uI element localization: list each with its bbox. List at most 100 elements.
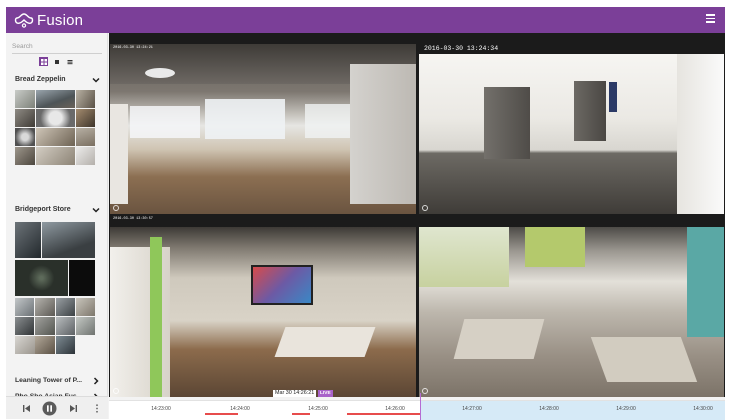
camera-thumbnail[interactable]: [15, 336, 35, 354]
window: [419, 227, 509, 287]
video-wall: [251, 265, 313, 305]
camera-view-3[interactable]: [110, 227, 416, 397]
window: [130, 106, 200, 138]
camera-thumbnail[interactable]: [35, 90, 75, 108]
group-thumbnails-bridgeport-store-row2: [15, 260, 95, 296]
camera-thumbnail[interactable]: [35, 147, 75, 165]
search-underline: [12, 53, 102, 54]
recording-segment: [292, 413, 310, 415]
search-input[interactable]: [12, 39, 102, 53]
grid-view-icon: [40, 58, 47, 65]
wall: [350, 64, 416, 204]
skip-back-icon[interactable]: [22, 404, 31, 413]
skip-forward-icon[interactable]: [69, 404, 78, 413]
fusion-app: Fusion Bread Zeppelin: [6, 7, 725, 420]
more-options-icon[interactable]: [95, 404, 99, 413]
wall: [110, 104, 128, 204]
app-logo[interactable]: Fusion: [14, 11, 83, 29]
camera-timestamp: 2016-03-30 13:24:34: [424, 45, 499, 52]
timeline-tick: 14:27:00: [462, 406, 482, 412]
recording-segment: [205, 413, 238, 415]
camera-view-2[interactable]: [419, 54, 724, 214]
camera-view-1[interactable]: [110, 44, 416, 214]
green-wall-stripe: [150, 237, 162, 397]
chevron-down-icon[interactable]: [92, 206, 100, 214]
timeline-tick: 14:30:00: [693, 406, 713, 412]
camera-thumbnail[interactable]: [68, 260, 95, 296]
camera-thumbnail[interactable]: [75, 147, 95, 165]
group-title-bread-zeppelin[interactable]: Bread Zeppelin: [15, 76, 66, 83]
camera-view-4[interactable]: [419, 227, 724, 397]
group-thumbnails-bridgeport-store-row4: [15, 336, 95, 354]
fisheye-icon: [113, 388, 119, 394]
camera-thumbnail[interactable]: [15, 128, 35, 146]
list-view-icon: [67, 59, 72, 64]
group-thumbnails-bridgeport-store: [15, 222, 95, 258]
chevron-down-icon[interactable]: [92, 76, 100, 84]
timeline-tick: 14:25:00: [308, 406, 328, 412]
fisheye-icon: [422, 388, 428, 394]
single-view-toggle[interactable]: [52, 57, 61, 66]
timeline-tick: 14:29:00: [616, 406, 636, 412]
group-title-leaning-tower[interactable]: Leaning Tower of P...: [15, 377, 82, 384]
camera-thumbnail[interactable]: [42, 222, 95, 258]
camera-thumbnail[interactable]: [35, 128, 75, 146]
camera-thumbnail[interactable]: [15, 317, 35, 335]
single-view-icon: [54, 59, 59, 64]
camera-timestamp: 2016-03-30 13:24:21: [113, 46, 153, 50]
list-view-toggle[interactable]: [65, 57, 74, 66]
timeline-tick: 14:28:00: [539, 406, 559, 412]
camera-thumbnail[interactable]: [55, 298, 75, 316]
camera-thumbnail[interactable]: [75, 317, 95, 335]
camera-thumbnail[interactable]: [75, 109, 95, 127]
elevator-door: [574, 81, 606, 141]
hamburger-menu-icon[interactable]: [706, 14, 715, 23]
wall: [677, 54, 724, 214]
conference-table: [274, 327, 376, 357]
recording-segment: [347, 413, 420, 415]
camera-thumbnail[interactable]: [35, 109, 75, 127]
camera-sidebar: Bread Zeppelin Bridgeport Store: [6, 33, 108, 401]
window: [305, 104, 350, 138]
timeline-tick: 14:23:00: [151, 406, 171, 412]
desk: [453, 319, 545, 359]
window: [205, 99, 285, 139]
person: [609, 82, 617, 112]
teal-wall: [687, 227, 724, 337]
camera-thumbnail[interactable]: [15, 90, 35, 108]
camera-thumbnail[interactable]: [35, 298, 55, 316]
elevator-door: [484, 87, 530, 159]
video-grid: 2016-03-30 13:24:21 2016-03-30 13:24:34 …: [109, 33, 725, 397]
live-badge[interactable]: LIVE: [318, 390, 333, 397]
fusion-logo-icon: [14, 13, 34, 28]
chevron-right-icon[interactable]: [92, 377, 100, 385]
timeline-tick: 14:26:00: [385, 406, 405, 412]
camera-thumbnail[interactable]: [15, 260, 68, 296]
camera-thumbnail[interactable]: [15, 222, 42, 258]
camera-thumbnail[interactable]: [35, 317, 55, 335]
ceiling-light: [145, 68, 175, 78]
group-thumbnails-bread-zeppelin: [15, 90, 95, 165]
current-time-label: Mar 30 14:26:21: [273, 390, 317, 397]
timeline[interactable]: 14:23:00 14:24:00 14:25:00 14:26:00 14:2…: [109, 393, 725, 420]
green-wall: [525, 227, 585, 267]
app-title: Fusion: [37, 11, 84, 29]
timeline-tick: 14:24:00: [230, 406, 250, 412]
group-title-bridgeport-store[interactable]: Bridgeport Store: [15, 206, 71, 213]
fisheye-icon: [422, 205, 428, 211]
camera-thumbnail[interactable]: [75, 298, 95, 316]
desk: [590, 337, 698, 382]
pause-icon[interactable]: [42, 401, 57, 416]
camera-thumbnail[interactable]: [15, 298, 35, 316]
camera-thumbnail[interactable]: [15, 109, 35, 127]
camera-timestamp: 2016-03-30 13:30:57: [113, 217, 153, 221]
timeline-cursor[interactable]: [420, 393, 421, 420]
camera-thumbnail[interactable]: [75, 128, 95, 146]
playback-controls: [6, 396, 108, 419]
top-header: Fusion: [6, 7, 725, 33]
fisheye-icon: [113, 205, 119, 211]
camera-thumbnail[interactable]: [15, 147, 35, 165]
camera-thumbnail[interactable]: [55, 317, 75, 335]
camera-thumbnail[interactable]: [75, 90, 95, 108]
grid-view-toggle[interactable]: [39, 57, 48, 66]
